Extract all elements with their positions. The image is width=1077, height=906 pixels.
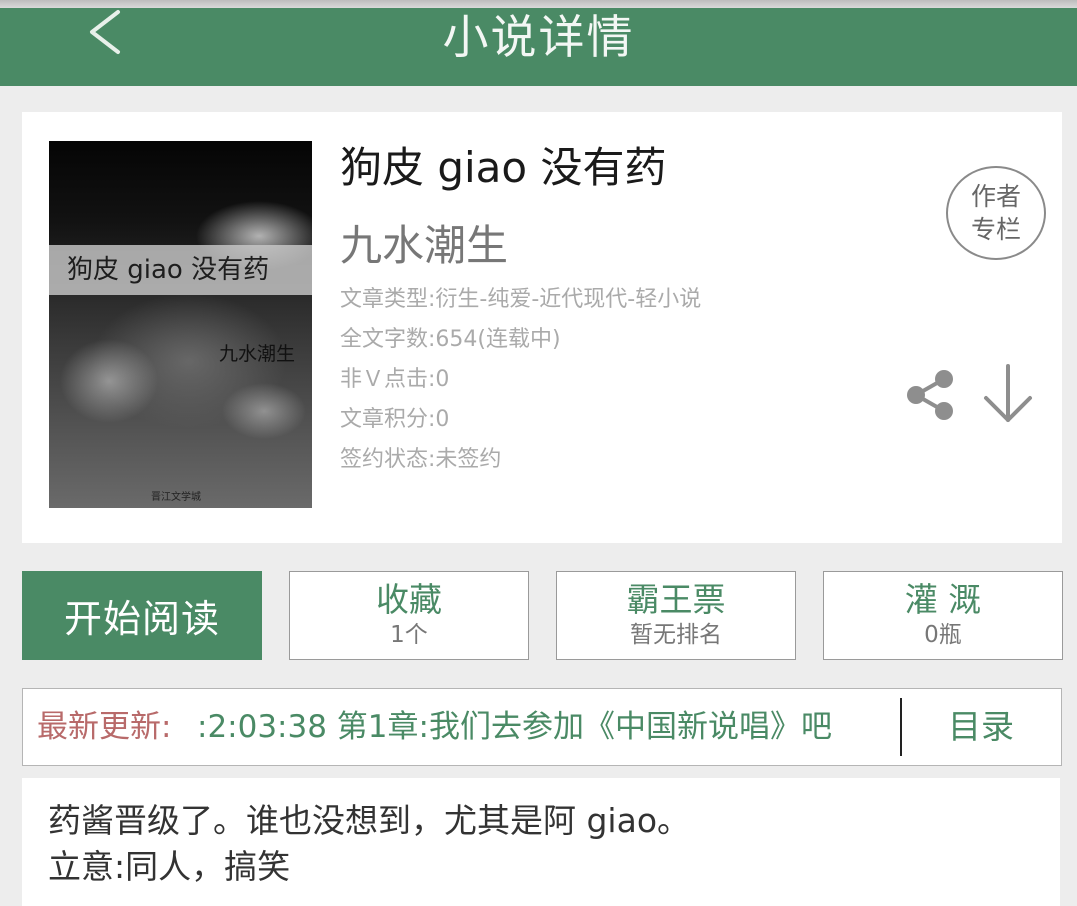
ticket-button[interactable]: 霸王票 暂无排名 [556, 571, 796, 660]
download-arrow-icon[interactable] [980, 362, 1036, 426]
summary-theme: 立意:同人，搞笑 [48, 847, 291, 886]
author-name[interactable]: 九水潮生 [340, 212, 508, 273]
latest-update-bar[interactable]: 最新更新: :2:03:38 第1章:我们去参加《中国新说唱》吧 目录 [22, 688, 1062, 766]
share-icon[interactable] [902, 367, 958, 423]
page-title: 小说详情 [442, 10, 635, 64]
nutrient-button[interactable]: 灌 溉 0瓶 [823, 571, 1063, 660]
favorite-count: 1个 [390, 622, 428, 648]
cover-publisher: 晋江文学城 [151, 492, 201, 503]
ticket-rank: 暂无排名 [630, 622, 722, 648]
favorite-button[interactable]: 收藏 1个 [289, 571, 529, 660]
meta-genre: 文章类型:衍生-纯爱-近代现代-轻小说 [340, 287, 702, 312]
start-reading-button[interactable]: 开始阅读 [22, 571, 262, 660]
nutrient-label: 灌 溉 [904, 580, 982, 619]
favorite-label: 收藏 [376, 580, 442, 619]
book-cover[interactable]: 狗皮 giao 没有药 九水潮生 晋江文学城 [49, 141, 312, 508]
text-cursor [900, 698, 902, 756]
author-column-line1: 作者 [970, 182, 1021, 211]
book-title: 狗皮 giao 没有药 [340, 143, 667, 192]
summary-text: 药酱晋级了。谁也没想到，尤其是阿 giao。 [48, 801, 691, 840]
toc-button[interactable]: 目录 [948, 689, 1014, 765]
nutrient-count: 0瓶 [924, 622, 962, 648]
book-meta: 文章类型:衍生-纯爱-近代现代-轻小说 全文字数:654(连载中) 非Ｖ点击:0… [340, 280, 701, 480]
meta-word-count: 全文字数:654(连载中) [340, 327, 561, 352]
latest-update-label: 最新更新: [37, 709, 172, 745]
author-column-line2: 专栏 [970, 215, 1021, 244]
book-summary: 药酱晋级了。谁也没想到，尤其是阿 giao。 立意:同人，搞笑 [22, 778, 1060, 906]
header-bar: 小说详情 [0, 8, 1077, 86]
ticket-label: 霸王票 [626, 580, 726, 619]
latest-update-text[interactable]: :2:03:38 第1章:我们去参加《中国新说唱》吧 [197, 689, 907, 765]
book-info-card: 狗皮 giao 没有药 九水潮生 晋江文学城 狗皮 giao 没有药 九水潮生 … [22, 112, 1062, 543]
cover-author: 九水潮生 [219, 343, 296, 365]
meta-clicks: 非Ｖ点击:0 [340, 367, 450, 392]
meta-score: 文章积分:0 [340, 407, 450, 432]
cover-title: 狗皮 giao 没有药 [67, 255, 270, 285]
meta-sign-status: 签约状态:未签约 [340, 447, 502, 472]
author-column-button[interactable]: 作者 专栏 [946, 166, 1046, 260]
